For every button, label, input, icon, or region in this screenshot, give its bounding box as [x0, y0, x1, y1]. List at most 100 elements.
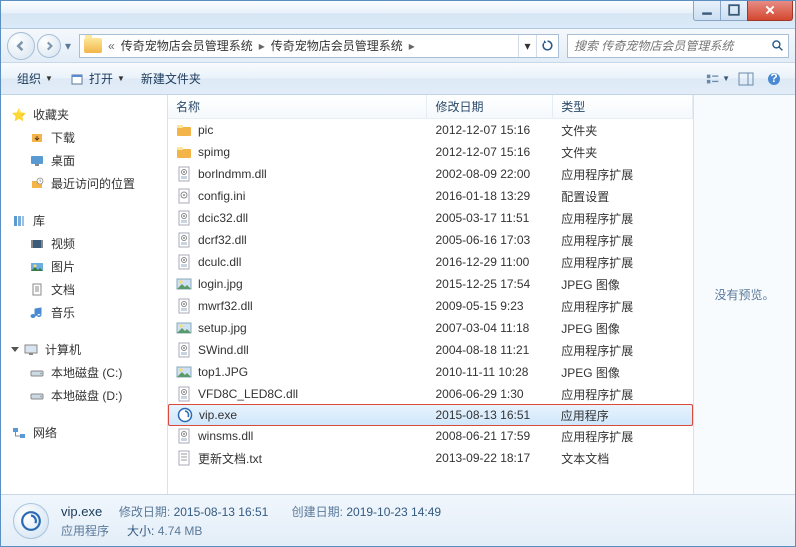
- sidebar-item-drive-d[interactable]: 本地磁盘 (D:): [5, 384, 163, 407]
- downloads-icon: [29, 130, 45, 146]
- search-icon[interactable]: [766, 39, 788, 52]
- file-row[interactable]: dculc.dll2016-12-29 11:00应用程序扩展: [168, 251, 693, 273]
- search-input[interactable]: [568, 39, 766, 53]
- toolbar-right: ▼ ?: [705, 68, 787, 90]
- favorites-header[interactable]: ⭐收藏夹: [5, 103, 163, 126]
- file-date-cell: 2016-01-18 13:29: [427, 189, 553, 203]
- file-row[interactable]: dcic32.dll2005-03-17 11:51应用程序扩展: [168, 207, 693, 229]
- network-header[interactable]: 网络: [5, 421, 163, 444]
- body: ⭐收藏夹 下载 桌面 最近访问的位置 库 视频 图片 文档 音乐 计算机 本地磁…: [1, 95, 795, 494]
- navigation-pane[interactable]: ⭐收藏夹 下载 桌面 最近访问的位置 库 视频 图片 文档 音乐 计算机 本地磁…: [1, 95, 168, 494]
- file-type-cell: JPEG 图像: [553, 364, 693, 381]
- open-button[interactable]: 打开▼: [61, 66, 133, 91]
- file-name-cell: dculc.dll: [168, 254, 427, 270]
- file-type-cell: 文件夹: [553, 144, 693, 161]
- file-date-cell: 2012-12-07 15:16: [427, 145, 553, 159]
- file-date-cell: 2013-09-22 18:17: [427, 451, 553, 465]
- help-button[interactable]: ?: [761, 68, 787, 90]
- file-name-cell: top1.JPG: [168, 364, 427, 380]
- refresh-button[interactable]: [536, 35, 558, 57]
- file-list[interactable]: 名称 修改日期 类型 pic2012-12-07 15:16文件夹spimg20…: [168, 95, 693, 494]
- file-row[interactable]: dcrf32.dll2005-06-16 17:03应用程序扩展: [168, 229, 693, 251]
- file-date-cell: 2005-06-16 17:03: [427, 233, 553, 247]
- file-type-cell: JPEG 图像: [553, 276, 693, 293]
- file-name-cell: dcrf32.dll: [168, 232, 427, 248]
- file-date-cell: 2015-12-25 17:54: [427, 277, 553, 291]
- file-row[interactable]: 更新文档.txt2013-09-22 18:17文本文档: [168, 447, 693, 469]
- preview-empty-label: 没有预览。: [714, 286, 774, 303]
- video-icon: [29, 236, 45, 252]
- folder-icon: [176, 122, 192, 138]
- txt-icon: [176, 450, 192, 466]
- jpg-icon: [176, 364, 192, 380]
- drive-icon: [29, 365, 45, 381]
- computer-header[interactable]: 计算机: [5, 338, 163, 361]
- file-name-cell: winsms.dll: [168, 428, 427, 444]
- file-date-cell: 2010-11-11 10:28: [427, 365, 553, 379]
- folder-icon: [84, 38, 102, 53]
- details-pane: vip.exe 修改日期: 2015-08-13 16:51 创建日期: 201…: [1, 494, 795, 546]
- file-name-cell: VFD8C_LED8C.dll: [168, 386, 427, 402]
- file-row[interactable]: top1.JPG2010-11-11 10:28JPEG 图像: [168, 361, 693, 383]
- file-row[interactable]: mwrf32.dll2009-05-15 9:23应用程序扩展: [168, 295, 693, 317]
- dll-icon: [176, 254, 192, 270]
- history-dropdown[interactable]: ▾: [61, 39, 75, 53]
- file-date-cell: 2009-05-15 9:23: [427, 299, 553, 313]
- sidebar-item-drive-c[interactable]: 本地磁盘 (C:): [5, 361, 163, 384]
- organize-button[interactable]: 组织▼: [9, 66, 61, 91]
- sidebar-item-music[interactable]: 音乐: [5, 301, 163, 324]
- file-type-cell: 应用程序扩展: [553, 254, 693, 271]
- file-row[interactable]: winsms.dll2008-06-21 17:59应用程序扩展: [168, 425, 693, 447]
- drive-icon: [29, 388, 45, 404]
- file-name-cell: login.jpg: [168, 276, 427, 292]
- column-type[interactable]: 类型: [553, 95, 693, 118]
- file-name-cell: setup.jpg: [168, 320, 427, 336]
- close-button[interactable]: [747, 1, 793, 21]
- sidebar-item-videos[interactable]: 视频: [5, 232, 163, 255]
- maximize-button[interactable]: [720, 1, 748, 21]
- file-row[interactable]: setup.jpg2007-03-04 11:18JPEG 图像: [168, 317, 693, 339]
- view-options-button[interactable]: ▼: [705, 68, 731, 90]
- chevron-right-icon[interactable]: ▸: [407, 39, 417, 53]
- breadcrumb-overflow[interactable]: «: [106, 39, 117, 53]
- ini-icon: [176, 188, 192, 204]
- file-row[interactable]: spimg2012-12-07 15:16文件夹: [168, 141, 693, 163]
- file-row[interactable]: borlndmm.dll2002-08-09 22:00应用程序扩展: [168, 163, 693, 185]
- file-row[interactable]: login.jpg2015-12-25 17:54JPEG 图像: [168, 273, 693, 295]
- file-name-cell: pic: [168, 122, 427, 138]
- dll-icon: [176, 298, 192, 314]
- address-bar[interactable]: « 传奇宠物店会员管理系统 ▸ 传奇宠物店会员管理系统 ▸ ▾: [79, 34, 559, 58]
- minimize-button[interactable]: [693, 1, 721, 21]
- sidebar-item-downloads[interactable]: 下载: [5, 126, 163, 149]
- breadcrumb-item[interactable]: 传奇宠物店会员管理系统: [117, 37, 257, 54]
- jpg-icon: [176, 320, 192, 336]
- search-box[interactable]: [567, 34, 789, 58]
- file-name-cell: SWind.dll: [168, 342, 427, 358]
- file-row[interactable]: vip.exe2015-08-13 16:51应用程序: [168, 404, 693, 426]
- column-date[interactable]: 修改日期: [427, 95, 553, 118]
- network-icon: [11, 425, 27, 441]
- sidebar-item-recent[interactable]: 最近访问的位置: [5, 172, 163, 195]
- forward-button[interactable]: [37, 34, 61, 58]
- new-folder-button[interactable]: 新建文件夹: [133, 66, 209, 91]
- sidebar-item-documents[interactable]: 文档: [5, 278, 163, 301]
- file-row[interactable]: SWind.dll2004-08-18 11:21应用程序扩展: [168, 339, 693, 361]
- title-bar[interactable]: [1, 1, 795, 29]
- chevron-right-icon[interactable]: ▸: [257, 39, 267, 53]
- toolbar: 组织▼ 打开▼ 新建文件夹 ▼ ?: [1, 63, 795, 95]
- column-name[interactable]: 名称: [168, 95, 427, 118]
- file-row[interactable]: config.ini2016-01-18 13:29配置设置: [168, 185, 693, 207]
- file-row[interactable]: pic2012-12-07 15:16文件夹: [168, 119, 693, 141]
- file-type-cell: 应用程序扩展: [553, 342, 693, 359]
- sidebar-item-pictures[interactable]: 图片: [5, 255, 163, 278]
- libraries-header[interactable]: 库: [5, 209, 163, 232]
- breadcrumb-item[interactable]: 传奇宠物店会员管理系统: [267, 37, 407, 54]
- file-type-cell: 应用程序扩展: [553, 298, 693, 315]
- file-row[interactable]: VFD8C_LED8C.dll2006-06-29 1:30应用程序扩展: [168, 383, 693, 405]
- address-dropdown[interactable]: ▾: [518, 35, 536, 57]
- back-button[interactable]: [7, 32, 35, 60]
- preview-pane-button[interactable]: [733, 68, 759, 90]
- sidebar-item-desktop[interactable]: 桌面: [5, 149, 163, 172]
- recent-icon: [29, 176, 45, 192]
- folder-icon: [176, 144, 192, 160]
